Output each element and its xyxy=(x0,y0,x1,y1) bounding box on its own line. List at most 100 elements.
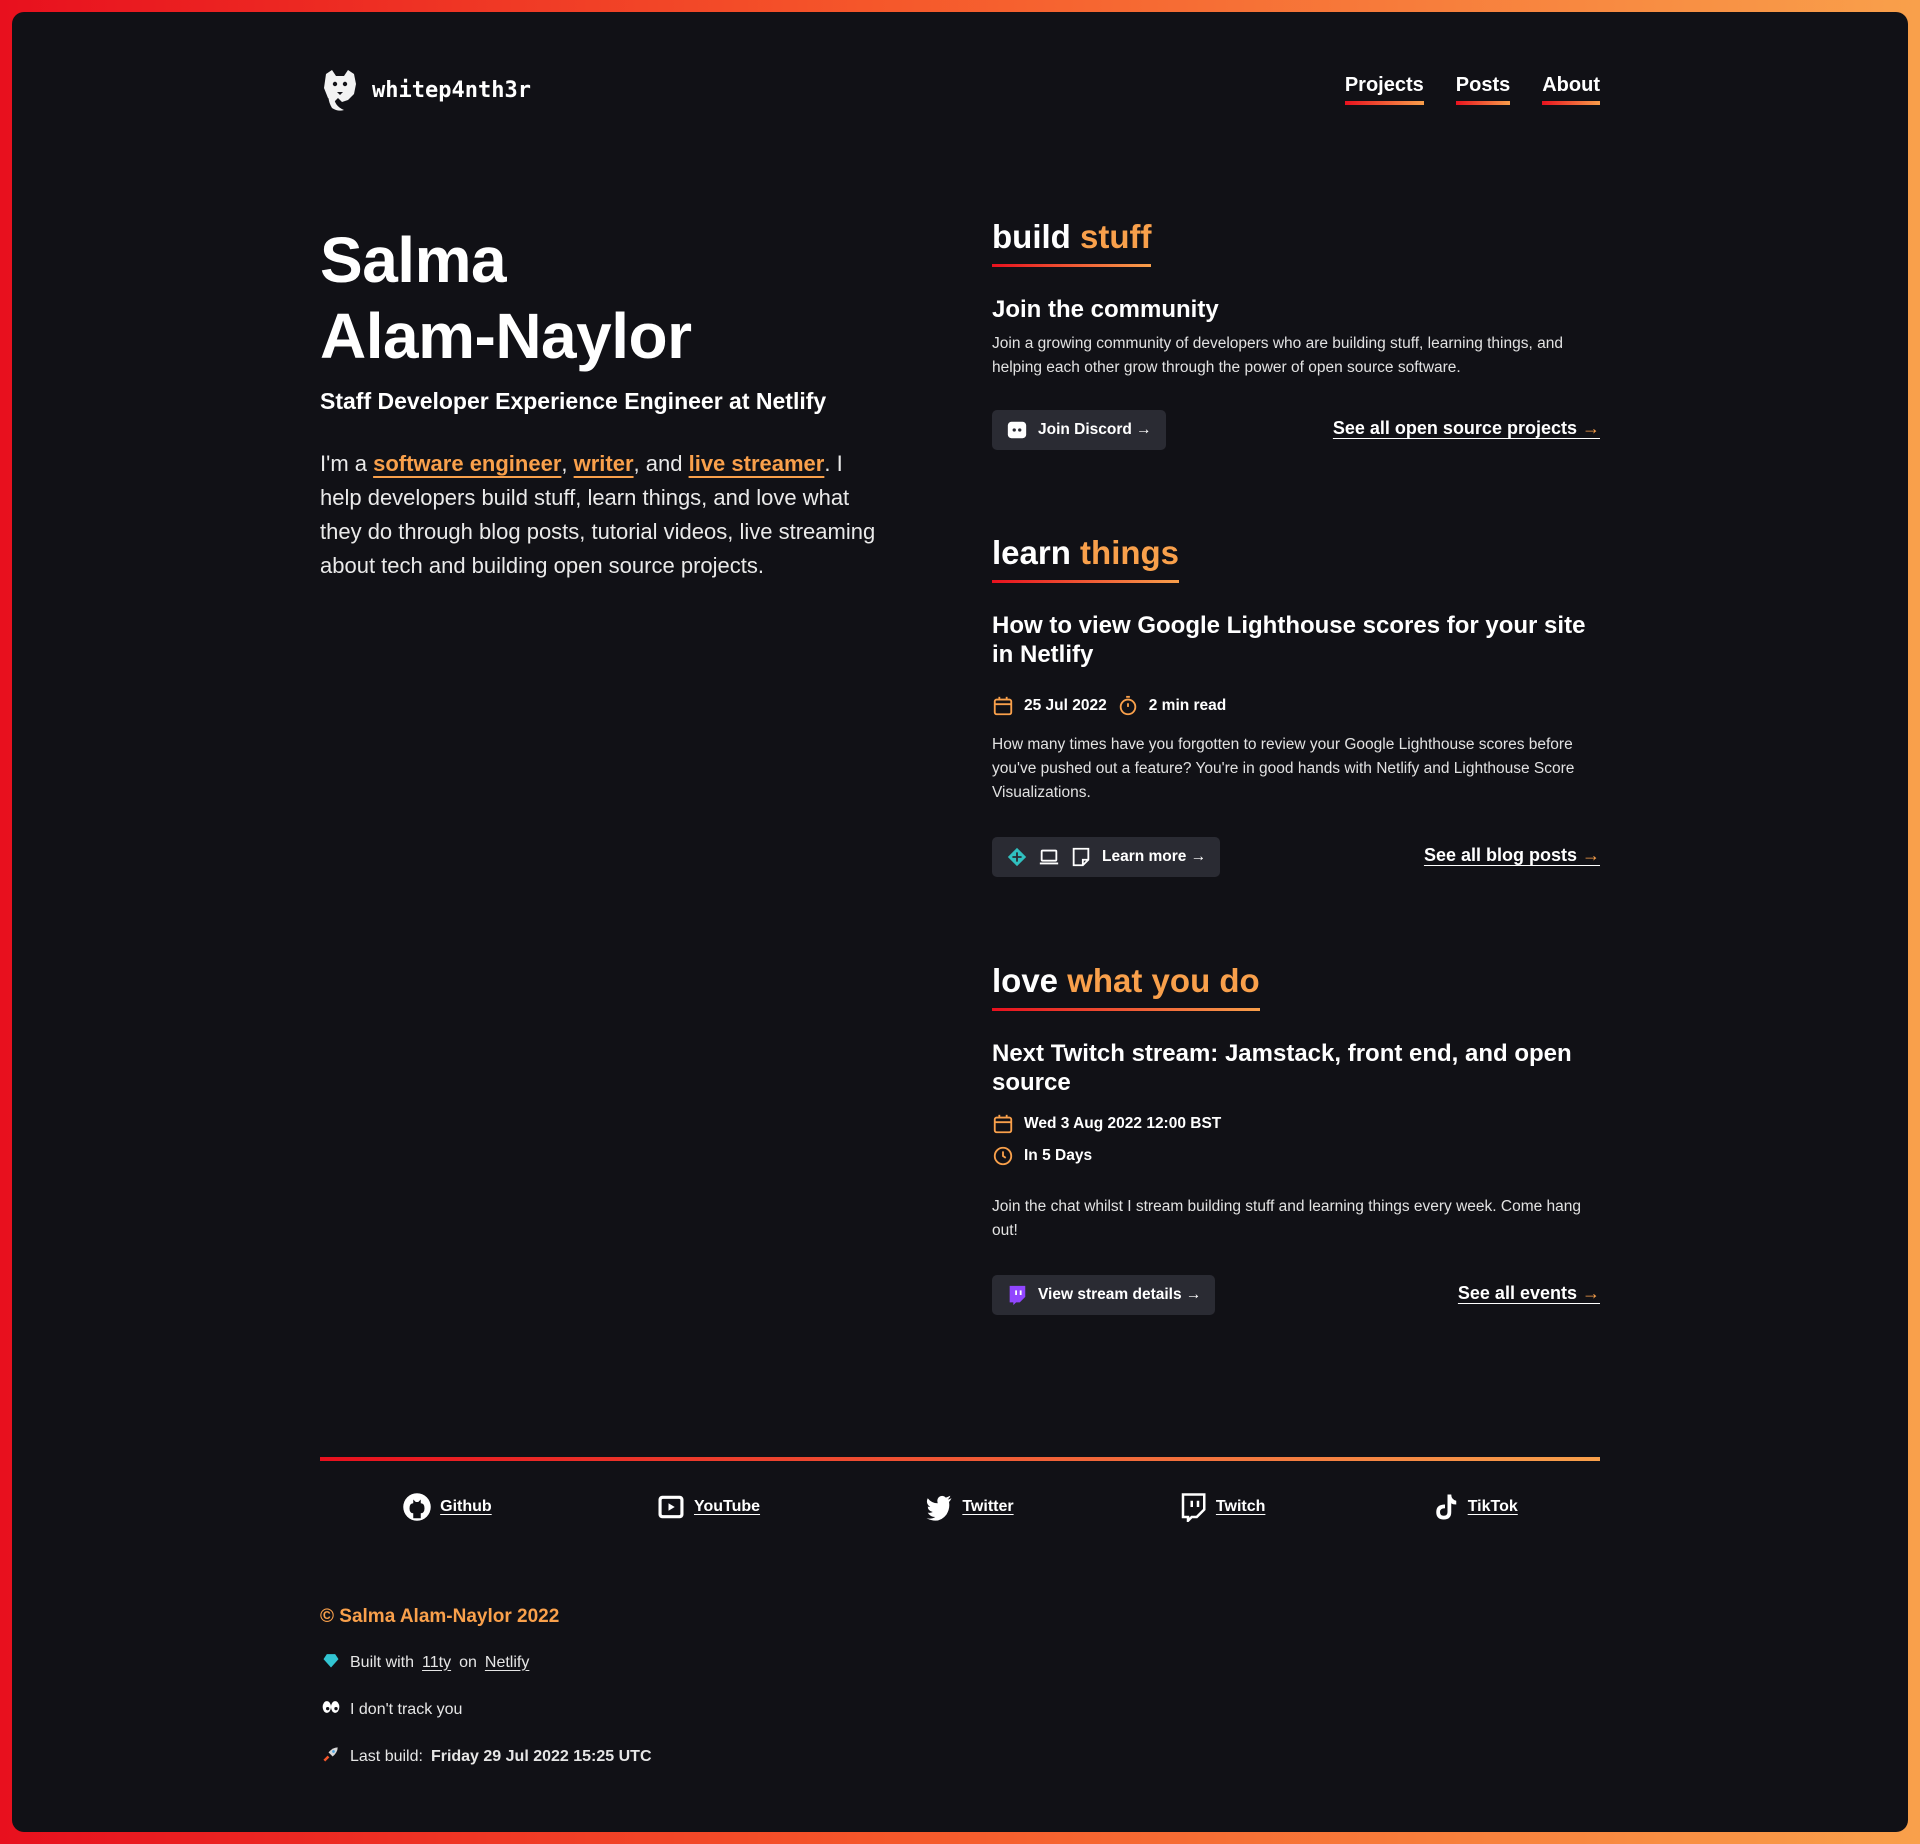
section-title: build stuff xyxy=(992,218,1152,267)
social-label: Twitter xyxy=(962,1498,1014,1515)
last-build-value: Friday 29 Jul 2022 15:25 UTC xyxy=(430,1747,652,1765)
nav-projects[interactable]: Projects xyxy=(1344,74,1424,105)
twitch-icon xyxy=(1009,1285,1026,1306)
link-label: See all blog posts xyxy=(1423,845,1577,865)
section-build-stuff: build stuff Join the community Join a gr… xyxy=(992,218,1600,452)
card-title: Next Twitch stream: Jamstack, front end,… xyxy=(992,1040,1572,1096)
social-twitter[interactable]: Twitter xyxy=(924,1492,1014,1522)
job-title: Staff Developer Experience Engineer at N… xyxy=(320,388,827,414)
card-text: How many times have you forgotten to rev… xyxy=(992,736,1575,801)
section-title: love what you do xyxy=(992,962,1260,1011)
note-icon xyxy=(1072,847,1090,867)
link-netlify[interactable]: Netlify xyxy=(485,1654,529,1672)
title-accent: things xyxy=(1080,534,1180,571)
netlify-icon xyxy=(1007,847,1027,867)
link-live-streamer[interactable]: live streamer xyxy=(689,451,825,476)
main-nav: Projects Posts About xyxy=(1344,74,1600,105)
learn-more-button[interactable]: Learn more → xyxy=(992,837,1221,877)
nav-posts[interactable]: Posts xyxy=(1455,74,1511,105)
clock-icon xyxy=(993,1146,1013,1166)
title-plain: learn xyxy=(992,534,1071,571)
card-text: Join the chat whilst I stream building s… xyxy=(992,1198,1582,1239)
arrow-icon: → xyxy=(1582,418,1600,438)
panther-logo-icon xyxy=(324,70,356,111)
intro-sep-2: , and xyxy=(633,451,689,476)
copyright: © Salma Alam-Naylor 2022 xyxy=(320,1606,560,1627)
logo-text: whitep4nth3r xyxy=(372,77,531,103)
intro-text: I'm a software engineer, writer, and liv… xyxy=(320,447,880,583)
arrow-icon: → xyxy=(1582,1283,1600,1303)
read-time: 2 min read xyxy=(1148,697,1227,714)
intro-sep-1: , xyxy=(561,451,574,476)
name-line-1: Salma xyxy=(320,224,507,296)
button-label: View stream details → xyxy=(1038,1286,1202,1303)
twitch-icon xyxy=(1181,1493,1206,1522)
social-label: YouTube xyxy=(693,1498,761,1515)
card-title: How to view Google Lighthouse scores for… xyxy=(992,612,1586,668)
site-footer: © Salma Alam-Naylor 2022 Built with 11ty… xyxy=(320,1606,652,1769)
tiktok-icon xyxy=(1435,1494,1456,1520)
event-date: Wed 3 Aug 2022 12:00 BST xyxy=(992,1113,1600,1135)
laptop-icon xyxy=(1039,849,1059,865)
footer-divider xyxy=(320,1457,1600,1461)
title-accent: what you do xyxy=(1067,962,1260,999)
social-tiktok[interactable]: TikTok xyxy=(1430,1492,1518,1522)
calendar-icon xyxy=(993,1114,1013,1134)
rocket-icon xyxy=(320,1744,342,1769)
social-youtube[interactable]: YouTube xyxy=(656,1492,760,1522)
nav-about[interactable]: About xyxy=(1542,74,1600,105)
page-title: Salma Alam-Naylor xyxy=(320,222,880,374)
last-build-label: Last build: xyxy=(350,1747,423,1765)
last-build: Last build: Friday 29 Jul 2022 15:25 UTC xyxy=(320,1744,652,1769)
see-all-events-link[interactable]: See all events → xyxy=(1458,1283,1600,1304)
link-software-engineer[interactable]: software engineer xyxy=(373,451,561,476)
join-discord-button[interactable]: Join Discord → xyxy=(992,410,1166,450)
section-love-what-you-do: love what you do Next Twitch stream: Jam… xyxy=(992,962,1600,1317)
social-label: TikTok xyxy=(1467,1498,1518,1515)
youtube-icon xyxy=(658,1495,684,1519)
site-logo[interactable]: whitep4nth3r xyxy=(320,68,531,112)
button-label: Join Discord → xyxy=(1038,421,1152,438)
countdown: In 5 Days xyxy=(1024,1147,1093,1164)
title-accent: stuff xyxy=(1079,218,1152,255)
eyes-icon xyxy=(320,1697,342,1722)
title-plain: love xyxy=(992,962,1059,999)
link-writer[interactable]: writer xyxy=(574,451,634,476)
built-with: Built with 11ty on Netlify xyxy=(320,1650,652,1675)
arrow-icon: → xyxy=(1582,845,1600,865)
button-label: Learn more → xyxy=(1102,848,1207,865)
built-prefix: Built with xyxy=(350,1653,415,1671)
card-text: Join a growing community of developers w… xyxy=(992,335,1563,376)
card-title: Join the community xyxy=(992,296,1219,323)
name-line-2: Alam-Naylor xyxy=(320,300,692,372)
built-on: on xyxy=(459,1653,477,1671)
link-11ty[interactable]: 11ty xyxy=(422,1654,451,1672)
social-label: Twitch xyxy=(1215,1498,1266,1515)
link-label: See all open source projects xyxy=(1332,418,1577,438)
diamond-heart-icon xyxy=(320,1650,342,1675)
social-links: Github YouTube Twitter Twitch TikTok xyxy=(320,1492,1600,1522)
site-header: whitep4nth3r Projects Posts About xyxy=(308,60,1600,120)
stream-date: Wed 3 Aug 2022 12:00 BST xyxy=(1024,1115,1222,1132)
tracking-notice: I don't track you xyxy=(320,1697,652,1722)
twitter-icon xyxy=(926,1495,952,1521)
hero: Salma Alam-Naylor Staff Developer Experi… xyxy=(320,222,880,583)
post-meta: 25 Jul 2022 2 min read xyxy=(992,695,1600,717)
social-label: Github xyxy=(440,1498,492,1515)
stopwatch-icon xyxy=(1119,695,1136,716)
page-frame xyxy=(12,12,1908,1832)
see-all-posts-link[interactable]: See all blog posts → xyxy=(1424,845,1600,866)
social-twitch[interactable]: Twitch xyxy=(1178,1492,1265,1522)
title-plain: build xyxy=(992,218,1071,255)
view-stream-details-button[interactable]: View stream details → xyxy=(992,1275,1216,1315)
intro-prefix: I'm a xyxy=(320,451,374,476)
tracking-text: I don't track you xyxy=(350,1700,463,1718)
event-countdown: In 5 Days xyxy=(992,1145,1600,1167)
social-github[interactable]: Github xyxy=(402,1492,492,1522)
github-icon xyxy=(403,1493,431,1521)
calendar-icon xyxy=(993,696,1013,716)
see-all-projects-link[interactable]: See all open source projects → xyxy=(1333,418,1600,439)
section-title: learn things xyxy=(992,534,1180,583)
discord-icon xyxy=(1007,421,1027,439)
link-label: See all events xyxy=(1457,1283,1577,1303)
